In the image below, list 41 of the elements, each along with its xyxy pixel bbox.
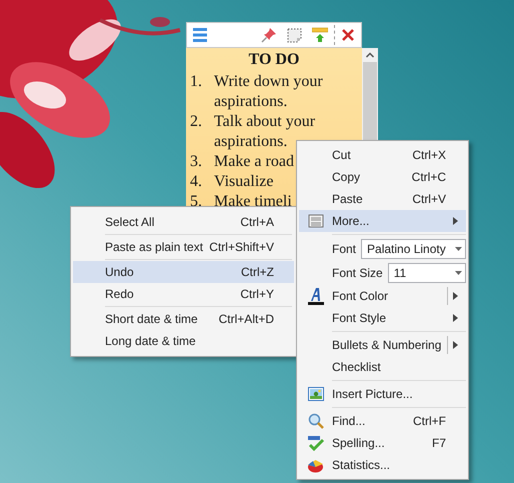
menu-label: Select All [105, 214, 156, 231]
menu-label: Copy [332, 169, 362, 186]
shortcut-text: Ctrl+Alt+D [218, 311, 274, 328]
menu-label: Spelling... [332, 435, 386, 452]
list-text: Make a road [214, 152, 294, 172]
shortcut-text: Ctrl+Shift+V [209, 239, 274, 256]
shortcut-text: Ctrl+X [412, 147, 446, 164]
list-number: 1. [190, 72, 203, 92]
list-text: Write down your aspirations. [214, 72, 324, 112]
menu-label: Paste as plain text [105, 239, 204, 256]
menu-label: More... [332, 213, 370, 230]
shortcut-text: Ctrl+A [240, 214, 274, 231]
shortcut-text: Ctrl+F [413, 413, 446, 430]
menu-label: Long date & time [105, 333, 197, 350]
shortcut-text: F7 [432, 435, 446, 452]
menu-label: Font Color [332, 288, 390, 305]
menu-label: Font Style [332, 310, 388, 327]
shortcut-text: Ctrl+Y [240, 286, 274, 303]
combo-label: Font Size [332, 265, 383, 282]
list-number: 4. [190, 172, 203, 192]
menu-label: Find... [332, 413, 366, 430]
menu-label: Cut [332, 147, 352, 164]
menu-label: Insert Picture... [332, 386, 414, 403]
menu-label: Statistics... [332, 457, 392, 474]
list-number: 5. [190, 192, 203, 212]
list-text: Visualize [214, 172, 274, 192]
menu-label: Paste [332, 191, 364, 208]
menu-label: Redo [105, 286, 135, 303]
list-text: Talk about your aspirations. [214, 112, 316, 152]
menu-label: Undo [105, 264, 135, 281]
menu-label: Checklist [332, 359, 382, 376]
note-title: TO DO [248, 50, 300, 70]
list-text: Make timeli [214, 192, 292, 212]
shortcut-text: Ctrl+V [412, 191, 446, 208]
menu-label: Bullets & Numbering [332, 337, 442, 354]
list-number: 2. [190, 112, 203, 132]
list-number: 3. [190, 152, 203, 172]
shortcut-text: Ctrl+C [412, 169, 446, 186]
menu-label: Short date & time [105, 311, 199, 328]
shortcut-text: Ctrl+Z [241, 264, 274, 281]
combo-label: Font [332, 241, 356, 258]
